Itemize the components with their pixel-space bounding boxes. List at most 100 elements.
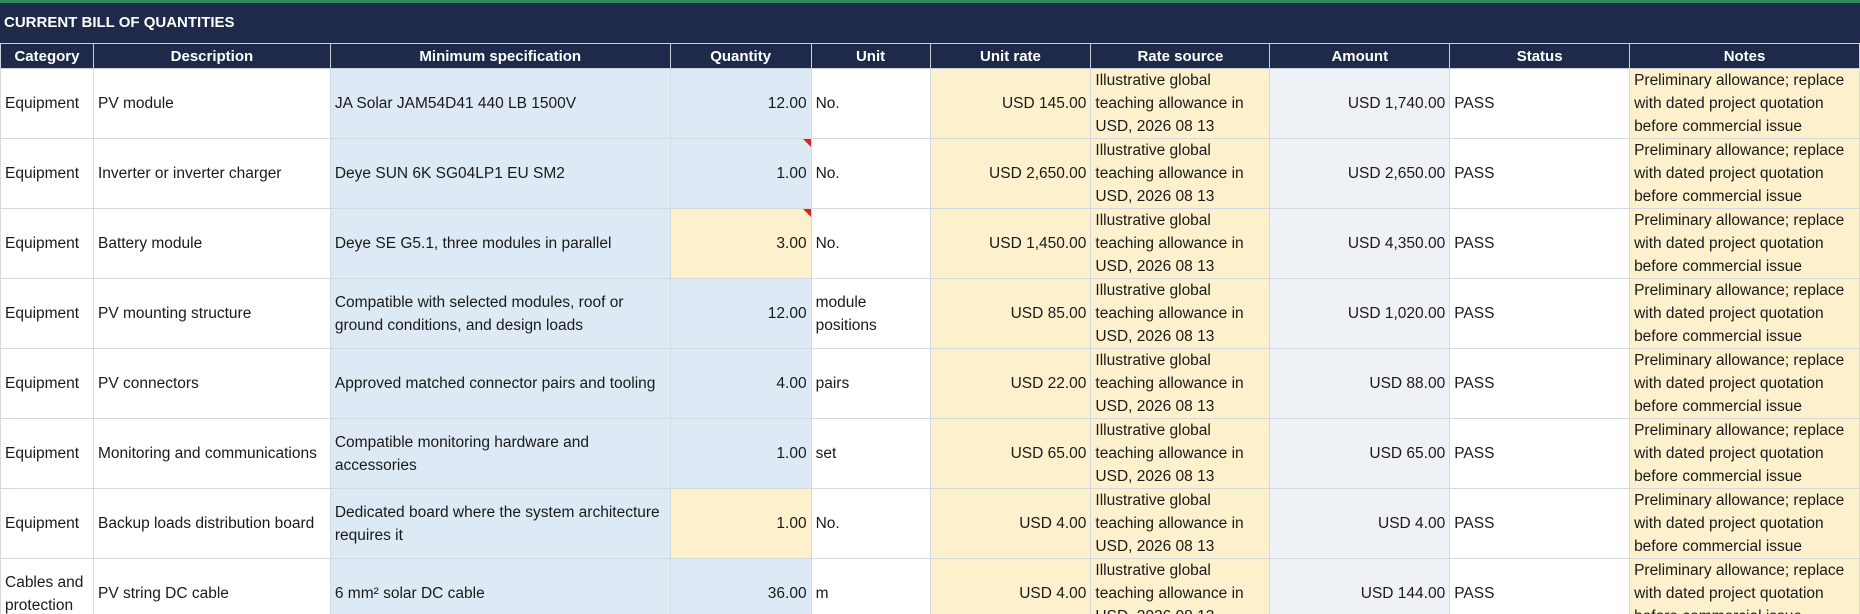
cell-description[interactable]: Monitoring and communications — [92, 418, 331, 489]
table-row: Equipment PV connectors Approved matched… — [0, 348, 1860, 419]
cell-rate-source[interactable]: Illustrative global teaching allowance i… — [1090, 68, 1271, 139]
col-header-amount[interactable]: Amount — [1269, 43, 1451, 69]
cell-unit[interactable]: set — [810, 418, 931, 489]
cell-unit[interactable]: No. — [810, 208, 931, 279]
cell-notes[interactable]: Preliminary allowance; replace with date… — [1629, 208, 1860, 279]
col-header-minimum-specification[interactable]: Minimum specification — [329, 43, 671, 69]
col-header-quantity[interactable]: Quantity — [669, 43, 812, 69]
cell-quantity[interactable]: 1.00 — [669, 138, 812, 209]
col-header-unit[interactable]: Unit — [810, 43, 931, 69]
cell-amount[interactable]: USD 88.00 — [1269, 348, 1451, 419]
cell-description[interactable]: PV mounting structure — [92, 278, 331, 349]
cell-specification[interactable]: JA Solar JAM54D41 440 LB 1500V — [329, 68, 671, 139]
cell-notes[interactable]: Preliminary allowance; replace with date… — [1629, 348, 1860, 419]
cell-quantity[interactable]: 36.00 — [669, 558, 812, 614]
cell-amount[interactable]: USD 1,740.00 — [1269, 68, 1451, 139]
cell-unit-rate[interactable]: USD 2,650.00 — [929, 138, 1092, 209]
cell-description[interactable]: Battery module — [92, 208, 331, 279]
comment-indicator-icon[interactable] — [802, 139, 811, 147]
section-title-bar[interactable]: CURRENT BILL OF QUANTITIES — [0, 3, 1860, 43]
col-header-unit-rate[interactable]: Unit rate — [929, 43, 1092, 69]
cell-unit-rate[interactable]: USD 145.00 — [929, 68, 1092, 139]
cell-status[interactable]: PASS — [1449, 558, 1631, 614]
cell-status[interactable]: PASS — [1449, 208, 1631, 279]
cell-unit[interactable]: No. — [810, 68, 931, 139]
table-row: Cables and protection PV string DC cable… — [0, 558, 1860, 614]
cell-quantity[interactable]: 3.00 — [669, 208, 812, 279]
cell-category[interactable]: Equipment — [0, 68, 94, 139]
cell-notes[interactable]: Preliminary allowance; replace with date… — [1629, 488, 1860, 559]
cell-unit-rate[interactable]: USD 4.00 — [929, 558, 1092, 614]
cell-unit-rate[interactable]: USD 85.00 — [929, 278, 1092, 349]
cell-rate-source[interactable]: Illustrative global teaching allowance i… — [1090, 418, 1271, 489]
cell-specification[interactable]: Compatible monitoring hardware and acces… — [329, 418, 671, 489]
cell-specification[interactable]: Deye SUN 6K SG04LP1 EU SM2 — [329, 138, 671, 209]
cell-amount[interactable]: USD 144.00 — [1269, 558, 1451, 614]
cell-notes[interactable]: Preliminary allowance; replace with date… — [1629, 68, 1860, 139]
cell-status[interactable]: PASS — [1449, 348, 1631, 419]
cell-unit-rate[interactable]: USD 4.00 — [929, 488, 1092, 559]
cell-amount[interactable]: USD 65.00 — [1269, 418, 1451, 489]
cell-description[interactable]: PV module — [92, 68, 331, 139]
comment-indicator-icon[interactable] — [802, 209, 811, 217]
cell-unit[interactable]: pairs — [810, 348, 931, 419]
cell-rate-source[interactable]: Illustrative global teaching allowance i… — [1090, 488, 1271, 559]
cell-notes[interactable]: Preliminary allowance; replace with date… — [1629, 558, 1860, 614]
cell-rate-source[interactable]: Illustrative global teaching allowance i… — [1090, 348, 1271, 419]
cell-status[interactable]: PASS — [1449, 68, 1631, 139]
cell-status[interactable]: PASS — [1449, 418, 1631, 489]
cell-description[interactable]: PV string DC cable — [92, 558, 331, 614]
cell-status[interactable]: PASS — [1449, 278, 1631, 349]
cell-specification[interactable]: 6 mm² solar DC cable — [329, 558, 671, 614]
cell-category[interactable]: Equipment — [0, 208, 94, 279]
cell-category[interactable]: Equipment — [0, 138, 94, 209]
cell-quantity[interactable]: 1.00 — [669, 488, 812, 559]
cell-specification[interactable]: Compatible with selected modules, roof o… — [329, 278, 671, 349]
col-header-category[interactable]: Category — [0, 43, 94, 69]
cell-status[interactable]: PASS — [1449, 138, 1631, 209]
col-header-notes[interactable]: Notes — [1629, 43, 1860, 69]
cell-quantity[interactable]: 12.00 — [669, 68, 812, 139]
cell-notes[interactable]: Preliminary allowance; replace with date… — [1629, 138, 1860, 209]
cell-amount[interactable]: USD 4,350.00 — [1269, 208, 1451, 279]
cell-specification[interactable]: Deye SE G5.1, three modules in parallel — [329, 208, 671, 279]
cell-unit-rate[interactable]: USD 65.00 — [929, 418, 1092, 489]
cell-amount[interactable]: USD 2,650.00 — [1269, 138, 1451, 209]
cell-unit-rate[interactable]: USD 1,450.00 — [929, 208, 1092, 279]
cell-quantity[interactable]: 1.00 — [669, 418, 812, 489]
col-header-status[interactable]: Status — [1449, 43, 1631, 69]
cell-description[interactable]: PV connectors — [92, 348, 331, 419]
cell-notes[interactable]: Preliminary allowance; replace with date… — [1629, 418, 1860, 489]
cell-description[interactable]: Backup loads distribution board — [92, 488, 331, 559]
cell-unit[interactable]: No. — [810, 138, 931, 209]
table-row: Equipment PV mounting structure Compatib… — [0, 278, 1860, 349]
cell-unit-rate[interactable]: USD 22.00 — [929, 348, 1092, 419]
cell-notes[interactable]: Preliminary allowance; replace with date… — [1629, 278, 1860, 349]
cell-description[interactable]: Inverter or inverter charger — [92, 138, 331, 209]
cell-category[interactable]: Equipment — [0, 348, 94, 419]
cell-rate-source[interactable]: Illustrative global teaching allowance i… — [1090, 138, 1271, 209]
cell-specification[interactable]: Dedicated board where the system archite… — [329, 488, 671, 559]
section-title: CURRENT BILL OF QUANTITIES — [4, 14, 235, 31]
cell-quantity[interactable]: 4.00 — [669, 348, 812, 419]
spreadsheet: CURRENT BILL OF QUANTITIES Category Desc… — [0, 0, 1860, 614]
table-row: Equipment PV module JA Solar JAM54D41 44… — [0, 68, 1860, 139]
col-header-description[interactable]: Description — [92, 43, 331, 69]
col-header-rate-source[interactable]: Rate source — [1090, 43, 1271, 69]
cell-quantity[interactable]: 12.00 — [669, 278, 812, 349]
cell-amount[interactable]: USD 4.00 — [1269, 488, 1451, 559]
cell-amount[interactable]: USD 1,020.00 — [1269, 278, 1451, 349]
cell-unit[interactable]: m — [810, 558, 931, 614]
cell-rate-source[interactable]: Illustrative global teaching allowance i… — [1090, 558, 1271, 614]
cell-category[interactable]: Cables and protection — [0, 558, 94, 614]
cell-unit[interactable]: module positions — [810, 278, 931, 349]
cell-specification[interactable]: Approved matched connector pairs and too… — [329, 348, 671, 419]
table-row: Equipment Backup loads distribution boar… — [0, 488, 1860, 559]
cell-category[interactable]: Equipment — [0, 278, 94, 349]
cell-unit[interactable]: No. — [810, 488, 931, 559]
cell-category[interactable]: Equipment — [0, 488, 94, 559]
cell-category[interactable]: Equipment — [0, 418, 94, 489]
cell-rate-source[interactable]: Illustrative global teaching allowance i… — [1090, 208, 1271, 279]
cell-rate-source[interactable]: Illustrative global teaching allowance i… — [1090, 278, 1271, 349]
cell-status[interactable]: PASS — [1449, 488, 1631, 559]
